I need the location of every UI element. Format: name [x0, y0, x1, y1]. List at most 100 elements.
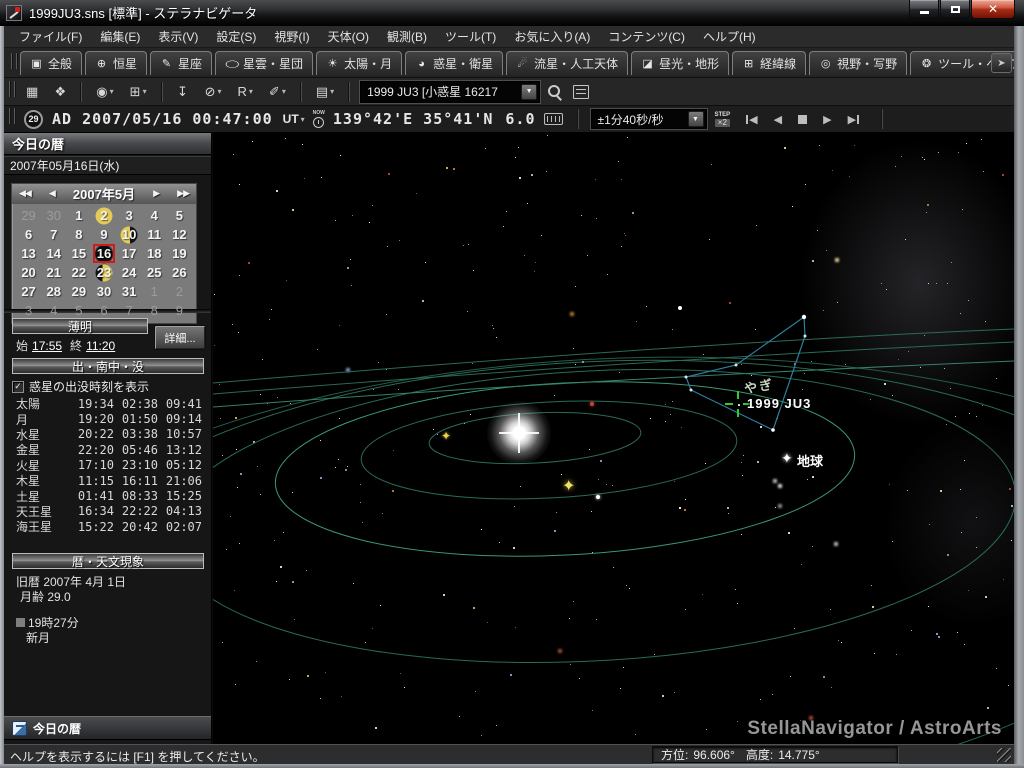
pin-toolbar-button[interactable]: ➤	[991, 53, 1012, 73]
calendar-day[interactable]: 29	[16, 206, 41, 225]
calendar-day[interactable]: 11	[142, 225, 167, 244]
prev-year-button[interactable]: ◀◀	[19, 188, 31, 199]
earth-label[interactable]: 地球	[797, 451, 823, 470]
now-button[interactable]: NOW	[313, 111, 325, 128]
calendar-day[interactable]: 30	[41, 206, 66, 225]
view-mode-button[interactable]: ◉▾	[91, 81, 118, 103]
menu-settings[interactable]: 設定(S)	[207, 25, 265, 48]
calendar-day[interactable]: 27	[16, 282, 41, 301]
toolbar-grip[interactable]	[14, 108, 16, 124]
location-display[interactable]: 139°42'E 35°41'N	[333, 110, 494, 128]
ut-toggle[interactable]: UT	[283, 112, 299, 126]
toolbar-grip[interactable]	[9, 81, 11, 97]
asteroid-label[interactable]: 1999 JU3	[747, 396, 811, 411]
calendar-day[interactable]: 17	[117, 244, 142, 263]
calendar-day[interactable]: 1	[66, 206, 91, 225]
next-month-button[interactable]: ▶	[153, 188, 159, 199]
menu-tools[interactable]: ツール(T)	[436, 25, 505, 48]
next-year-button[interactable]: ▶▶	[177, 188, 189, 199]
calendar-day[interactable]: 19	[167, 244, 192, 263]
sky-view[interactable]: ✦ ✦ ✦ やぎ 1999 JU3 地球 StellaNavigator / A…	[213, 133, 1014, 744]
prev-month-button[interactable]: ◀	[49, 188, 55, 199]
calendar-day[interactable]: 14	[41, 244, 66, 263]
draw-button[interactable]: ✐▾	[264, 81, 291, 103]
maximize-button[interactable]	[940, 0, 970, 19]
calendar-day-selected[interactable]: 16	[91, 244, 116, 263]
search-button[interactable]	[546, 83, 563, 100]
skip-to-start-button[interactable]: ◀	[746, 113, 757, 126]
calendar-day[interactable]: 31	[117, 282, 142, 301]
minimize-button[interactable]	[909, 0, 939, 19]
time-settings-button[interactable]: ▦	[21, 81, 43, 103]
display-settings-button[interactable]: ❖	[49, 81, 71, 103]
tab-meteors-satellites[interactable]: ☄流星・人工天体	[506, 51, 628, 75]
object-list-button[interactable]: ▤▾	[311, 81, 339, 103]
checkbox-checked[interactable]: ✓	[12, 381, 24, 393]
calendar-day[interactable]: 2	[91, 206, 116, 225]
tab-general[interactable]: ▣全般	[20, 51, 82, 75]
resize-grip[interactable]	[997, 748, 1011, 762]
download-button[interactable]: ↧	[172, 81, 194, 103]
toolbar-grip[interactable]	[9, 108, 11, 124]
menu-file[interactable]: ファイル(F)	[10, 25, 91, 48]
combo-dropdown-button[interactable]: ▼	[688, 111, 704, 127]
magnitude-limit[interactable]: 6.0	[505, 110, 535, 128]
skip-to-end-button[interactable]: ▶	[848, 113, 859, 126]
calendar-day[interactable]: 26	[167, 263, 192, 282]
calendar-day[interactable]: 2	[167, 282, 192, 301]
calendar-day[interactable]: 20	[16, 263, 41, 282]
calendar-day[interactable]: 13	[16, 244, 41, 263]
calendar-day[interactable]: 8	[66, 225, 91, 244]
menu-favorites[interactable]: お気に入り(A)	[505, 25, 599, 48]
menu-help[interactable]: ヘルプ(H)	[694, 25, 765, 48]
menu-edit[interactable]: 編集(E)	[91, 25, 149, 48]
rotation-button[interactable]: R▾	[233, 81, 258, 103]
calendar-day[interactable]: 1	[142, 282, 167, 301]
calendar-day[interactable]: 25	[142, 263, 167, 282]
datetime-display[interactable]: 2007/05/16 00:47:00	[82, 110, 273, 128]
toolbar-grip[interactable]	[11, 53, 13, 69]
calendar-day[interactable]: 18	[142, 244, 167, 263]
toolbar-grip[interactable]	[16, 53, 18, 69]
time-speed-combo[interactable]: ±1分40秒/秒 ▼	[591, 109, 707, 129]
calendar-day[interactable]: 28	[41, 282, 66, 301]
twilight-begin-time[interactable]: 17:55	[32, 339, 62, 353]
tab-nebulae[interactable]: ◯星雲・星団	[215, 51, 313, 75]
tab-daylight-terrain[interactable]: ◪昼光・地形	[631, 51, 729, 75]
tab-sun-moon[interactable]: ☀太陽・月	[316, 51, 402, 75]
calendar-day[interactable]: 6	[16, 225, 41, 244]
step-mode-button[interactable]: STEP×2	[715, 112, 731, 127]
calendar-day[interactable]: 10	[117, 225, 142, 244]
calendar-day[interactable]: 3	[117, 206, 142, 225]
detail-button[interactable]: 詳細...	[154, 325, 206, 350]
menu-objects[interactable]: 天体(O)	[319, 25, 378, 48]
calendar-day[interactable]: 5	[167, 206, 192, 225]
calendar-day[interactable]: 12	[167, 225, 192, 244]
calendar-day[interactable]: 24	[117, 263, 142, 282]
tab-constellations[interactable]: ✎星座	[150, 51, 212, 75]
calendar-day[interactable]: 29	[66, 282, 91, 301]
object-info-button[interactable]	[573, 85, 589, 99]
tab-fov[interactable]: ◎視野・写野	[809, 51, 907, 75]
calendar-day[interactable]: 7	[41, 225, 66, 244]
tab-planets[interactable]: ◕惑星・衛星	[405, 51, 503, 75]
calendar-day[interactable]: 22	[66, 263, 91, 282]
keyboard-icon[interactable]	[544, 113, 563, 125]
combo-dropdown-button[interactable]: ▼	[521, 84, 537, 100]
play-forward-button[interactable]: ▶	[823, 113, 831, 126]
panel-footer[interactable]: 今日の暦	[4, 716, 211, 740]
menu-fov[interactable]: 視野(I)	[265, 25, 318, 48]
calendar-day[interactable]: 21	[41, 263, 66, 282]
calendar-day[interactable]: 30	[91, 282, 116, 301]
tab-stars[interactable]: ⊕恒星	[85, 51, 147, 75]
calendar-day[interactable]: 9	[91, 225, 116, 244]
menu-contents[interactable]: コンテンツ(C)	[599, 25, 694, 48]
twilight-end-time[interactable]: 11:20	[86, 339, 115, 353]
calendar-day[interactable]: 23	[91, 263, 116, 282]
field-add-button[interactable]: ⊞▾	[125, 81, 152, 103]
menu-observe[interactable]: 観測(B)	[378, 25, 436, 48]
play-backward-button[interactable]: ◀	[774, 113, 782, 126]
tab-grid-lines[interactable]: ⊞経緯線	[732, 51, 806, 75]
calendar-day[interactable]: 4	[142, 206, 167, 225]
close-button[interactable]: ✕	[971, 0, 1015, 19]
